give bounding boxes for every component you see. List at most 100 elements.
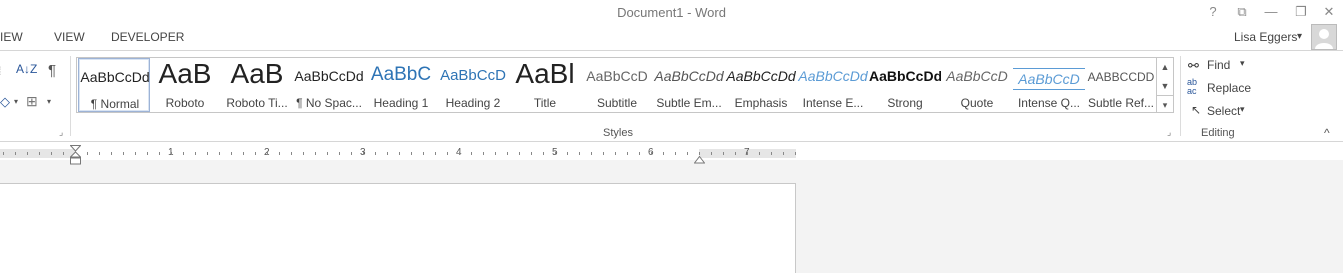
tab-view-2[interactable]: VIEW	[54, 30, 85, 44]
ruler-tick	[735, 152, 736, 155]
style-emphasis[interactable]: AaBbCcDd Emphasis	[725, 58, 797, 112]
style-subtle-emphasis[interactable]: AaBbCcDd Subtle Em...	[653, 58, 725, 112]
style-subtle-reference[interactable]: AABBCCDD Subtle Ref...	[1085, 58, 1157, 112]
ruler-tick	[99, 152, 100, 155]
shading-dropdown-icon[interactable]: ▾	[14, 97, 18, 106]
paragraph-dialog-launcher-icon[interactable]: ⌟	[59, 127, 63, 138]
ruler-tick	[171, 152, 172, 155]
ruler-tick	[87, 152, 88, 155]
collapse-ribbon-icon[interactable]: ^	[1324, 126, 1330, 140]
style-subtitle[interactable]: AaBbCcD Subtitle	[581, 58, 653, 112]
find-dropdown-icon[interactable]: ▾	[1240, 58, 1245, 69]
first-line-indent-marker[interactable]	[69, 145, 82, 170]
ruler-tick	[147, 152, 148, 155]
ruler-tick	[507, 152, 508, 155]
ruler-tick	[639, 152, 640, 155]
tab-view[interactable]: VIEW	[0, 30, 23, 44]
ruler-tick	[231, 152, 232, 155]
ribbon-display-options-icon[interactable]: ⧉	[1231, 3, 1253, 21]
replace-icon: ab ac	[1187, 77, 1198, 96]
shading-icon[interactable]: ◇	[0, 94, 10, 110]
ruler-tick	[423, 152, 424, 155]
list-icon[interactable]: ⁞	[0, 64, 1, 78]
style-label: Subtitle	[596, 96, 638, 110]
pilcrow-icon[interactable]: ¶	[48, 62, 56, 79]
style-label: Subtle Em...	[656, 96, 722, 110]
ruler-tick	[255, 152, 256, 155]
styles-group-label: Styles	[603, 127, 633, 139]
styles-dialog-launcher-icon[interactable]: ⌟	[1167, 127, 1171, 138]
style-label: Heading 2	[445, 96, 501, 110]
style-label: Intense Q...	[1017, 96, 1081, 110]
style-heading-2[interactable]: AaBbCcD Heading 2	[437, 58, 509, 112]
ruler-tick	[483, 152, 484, 155]
ruler-tick	[759, 152, 760, 155]
ruler-tick	[183, 152, 184, 155]
ruler-tick	[555, 152, 556, 155]
ruler-tick	[471, 152, 472, 155]
more-styles-icon[interactable]: ▾	[1157, 95, 1173, 114]
window-title: Document1 - Word	[617, 5, 726, 20]
ruler-tick	[375, 152, 376, 155]
ruler-tick	[495, 152, 496, 155]
style-heading-1[interactable]: AaBbC Heading 1	[365, 58, 437, 112]
select-dropdown-icon[interactable]: ▾	[1240, 104, 1245, 115]
sort-icon[interactable]: A↓Z	[16, 62, 37, 76]
scroll-down-icon[interactable]: ▼	[1157, 77, 1173, 95]
user-name[interactable]: Lisa Eggers	[1234, 30, 1297, 44]
style-no-spacing[interactable]: AaBbCcDd ¶ No Spac...	[293, 58, 365, 112]
ruler-tick	[447, 152, 448, 155]
style-normal[interactable]: AaBbCcDd ¶ Normal	[78, 58, 150, 112]
select-button[interactable]: Select	[1207, 104, 1240, 118]
find-button[interactable]: Find	[1207, 58, 1230, 72]
ruler-tick	[51, 152, 52, 155]
close-icon[interactable]: ✕	[1318, 3, 1340, 21]
restore-icon[interactable]: ❐	[1290, 3, 1312, 21]
ruler-tick	[207, 152, 208, 155]
style-sample: AaBl	[515, 58, 575, 89]
borders-dropdown-icon[interactable]: ▾	[47, 97, 51, 106]
borders-icon[interactable]: ⊞	[26, 93, 38, 110]
ruler-tick	[603, 152, 604, 155]
ruler-tick	[411, 152, 412, 155]
ruler-tick	[627, 152, 628, 155]
style-intense-quote[interactable]: AaBbCcD Intense Q...	[1013, 58, 1085, 112]
style-roboto-title[interactable]: AaB Roboto Ti...	[221, 58, 293, 112]
ruler-tick	[363, 152, 364, 155]
style-roboto[interactable]: AaB Roboto	[149, 58, 221, 112]
ruler-tick	[315, 152, 316, 155]
style-title[interactable]: AaBl Title	[509, 58, 581, 112]
ruler-tick	[327, 152, 328, 155]
ruler-tick	[747, 152, 748, 155]
ruler-tick	[687, 152, 688, 155]
style-strong[interactable]: AaBbCcDd Strong	[869, 58, 941, 112]
tab-developer[interactable]: DEVELOPER	[111, 30, 184, 44]
ruler-tick	[615, 152, 616, 155]
minimize-icon[interactable]: —	[1260, 3, 1282, 21]
style-intense-emphasis[interactable]: AaBbCcDd Intense E...	[797, 58, 869, 112]
right-indent-marker[interactable]	[693, 151, 706, 169]
ruler-tick	[579, 152, 580, 155]
scroll-up-icon[interactable]: ▲	[1157, 58, 1173, 76]
user-dropdown-icon[interactable]: ▾	[1297, 31, 1302, 42]
cursor-icon: ↖	[1191, 103, 1202, 117]
style-label: Subtle Ref...	[1087, 96, 1155, 110]
ruler-tick	[387, 152, 388, 155]
document-page[interactable]	[0, 183, 796, 273]
style-label: ¶ No Spac...	[296, 96, 362, 110]
ruler-tick	[243, 152, 244, 155]
style-label: Title	[533, 96, 557, 110]
help-icon[interactable]: ?	[1202, 3, 1224, 21]
style-label: Quote	[960, 96, 994, 110]
ruler-tick	[111, 152, 112, 155]
style-label: ¶ Normal	[90, 97, 140, 111]
style-quote[interactable]: AaBbCcD Quote	[941, 58, 1013, 112]
ruler-tick	[135, 152, 136, 155]
replace-button[interactable]: Replace	[1207, 81, 1251, 95]
avatar[interactable]	[1311, 24, 1337, 50]
ruler-tick	[303, 152, 304, 155]
ruler-tick	[291, 152, 292, 155]
ruler-tick	[591, 152, 592, 155]
ruler-tick	[399, 152, 400, 155]
styles-scroll-buttons: ▲ ▼ ▾	[1157, 57, 1174, 113]
